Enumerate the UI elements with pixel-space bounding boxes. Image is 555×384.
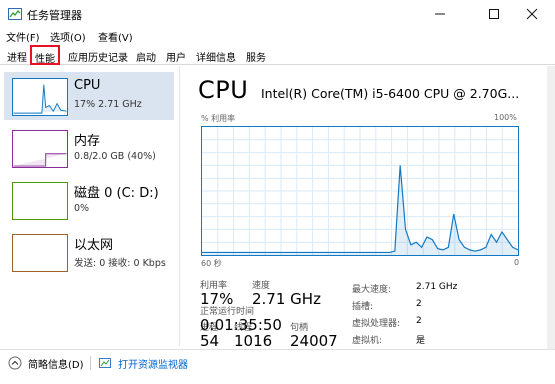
graph-time-left: 60 秒: [201, 259, 222, 268]
sidebar-memory-title: 内存: [74, 134, 101, 149]
processes-value: 54: [200, 332, 220, 350]
window-title: 任务管理器: [27, 9, 82, 22]
detail-value: 2: [416, 316, 422, 326]
sidebar-disk-sub: 0%: [74, 203, 90, 214]
menu-options[interactable]: 选项(O): [50, 29, 86, 44]
resource-monitor-icon: [99, 358, 111, 368]
resource-sidebar: CPU 17% 2.71 GHz 内存 0.8/2.0 GB (40%) 磁盘 …: [0, 66, 180, 346]
sidebar-cpu-title: CPU: [74, 78, 101, 93]
tab-processes[interactable]: 进程: [4, 48, 30, 65]
tab-details[interactable]: 详细信息: [193, 48, 239, 65]
threads-value: 1016: [234, 332, 273, 350]
cpu-model-name: Intel(R) Core(TM) i5-6400 CPU @ 2.70G...: [261, 86, 520, 101]
title-bar: 任务管理器: [0, 0, 555, 28]
sidebar-ethernet-sub: 发送: 0 接收: 0 Kbps: [74, 258, 166, 269]
tab-bar: 进程 性能 应用历史记录 启动 用户 详细信息 服务: [0, 45, 555, 65]
menu-bar: 文件(F) 选项(O) 查看(V): [0, 27, 555, 45]
graph-y-max: 100%: [494, 113, 517, 122]
menu-view[interactable]: 查看(V): [98, 29, 133, 44]
graph-time-right: 0: [514, 258, 520, 267]
tab-performance[interactable]: 性能: [30, 45, 60, 65]
chevron-up-icon: [8, 356, 22, 370]
minimize-button[interactable]: [417, 0, 463, 28]
task-manager-icon: [8, 8, 22, 20]
detail-key: 最大速度:: [352, 285, 392, 295]
disk-thumbnail-graph: [12, 182, 68, 220]
tab-users[interactable]: 用户: [163, 48, 189, 65]
brief-info-label: 简略信息(D): [28, 360, 84, 371]
tab-startup[interactable]: 启动: [133, 48, 159, 65]
cpu-usage-graph: [201, 126, 519, 256]
minimize-icon: [435, 13, 445, 15]
sidebar-cpu-sub: 17% 2.71 GHz: [74, 99, 142, 110]
status-divider: [90, 356, 91, 370]
sidebar-item-ethernet[interactable]: 以太网 发送: 0 接收: 0 Kbps: [4, 228, 174, 276]
tab-app-history[interactable]: 应用历史记录: [65, 48, 131, 65]
vertical-scrollbar[interactable]: [547, 66, 555, 349]
ethernet-thumbnail-graph: [12, 234, 68, 272]
tab-services[interactable]: 服务: [243, 48, 269, 65]
speed-value: 2.71 GHz: [252, 290, 321, 308]
sidebar-item-cpu[interactable]: CPU 17% 2.71 GHz: [4, 72, 174, 120]
sidebar-ethernet-title: 以太网: [74, 238, 114, 253]
close-icon: [526, 8, 538, 20]
memory-thumbnail-graph: [12, 130, 68, 168]
menu-file[interactable]: 文件(F): [6, 29, 40, 44]
maximize-icon: [489, 9, 499, 19]
detail-value: 2.71 GHz: [416, 282, 458, 292]
detail-key: 插槽:: [352, 302, 374, 312]
page-title: CPU: [198, 76, 249, 104]
sidebar-disk-title: 磁盘 0 (C: D:): [74, 186, 159, 201]
open-resource-monitor-label: 打开资源监视器: [118, 360, 188, 371]
detail-key: 虚拟处理器:: [352, 319, 401, 329]
close-button[interactable]: [509, 0, 555, 28]
sidebar-item-disk[interactable]: 磁盘 0 (C: D:) 0%: [4, 176, 174, 224]
cpu-thumbnail-graph: [12, 78, 68, 116]
detail-value: 2: [416, 299, 422, 309]
sidebar-item-memory[interactable]: 内存 0.8/2.0 GB (40%): [4, 124, 174, 172]
sidebar-memory-sub: 0.8/2.0 GB (40%): [74, 151, 156, 162]
detail-value: 是: [416, 336, 426, 346]
status-bar: 简略信息(D) 打开资源监视器: [0, 349, 555, 376]
graph-y-label: % 利用率: [201, 114, 236, 123]
detail-key: 虚拟机:: [352, 336, 383, 346]
uptime-value: 0:01:35:50: [200, 316, 282, 334]
handles-value: 24007: [290, 332, 338, 350]
